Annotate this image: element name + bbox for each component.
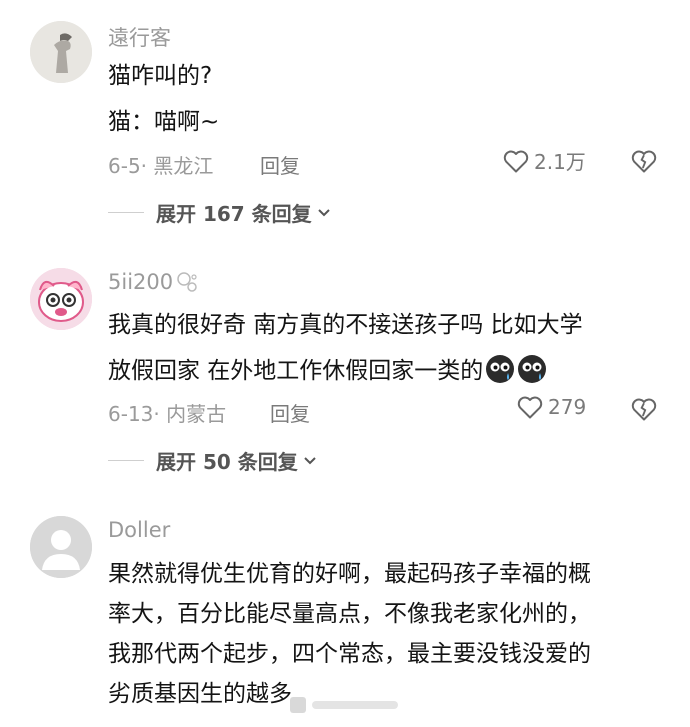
comment-line: 我那代两个起步，四个常态，最主要没钱没爱的 xyxy=(108,641,591,667)
like-count: 2.1万 xyxy=(534,150,586,174)
like-button[interactable]: 2.1万 xyxy=(502,146,586,175)
username[interactable]: Doller xyxy=(108,518,170,542)
comment-line: 放假回家 在外地工作休假回家一类的 xyxy=(108,351,668,391)
dislike-button[interactable] xyxy=(630,148,658,178)
comment-line: 果然就得优生优育的好啊，最起码孩子幸福的概 xyxy=(108,561,591,587)
heart-outline-icon xyxy=(503,150,529,172)
comment-text: 我真的很好奇 南方真的不接送孩子吗 比如大学 放假回家 在外地工作休假回家一类的 xyxy=(108,305,668,391)
divider xyxy=(108,212,144,213)
expand-replies-label: 展开 50 条回复 xyxy=(156,450,298,474)
chevron-down-icon xyxy=(317,208,330,216)
comment-line: 我真的很好奇 南方真的不接送孩子吗 比如大学 xyxy=(108,312,583,338)
broken-heart-icon xyxy=(631,398,657,421)
comment-line: 率大，百分比能尽量高点，不像我老家化州的， xyxy=(108,601,591,627)
crying-face-emoji-icon xyxy=(486,355,515,383)
broken-heart-icon xyxy=(631,150,657,173)
crying-face-emoji-icon xyxy=(518,355,547,383)
avatar[interactable] xyxy=(30,516,92,578)
date-location: 6-5· 黑龙江 xyxy=(108,154,214,178)
heart-outline-icon xyxy=(517,396,543,419)
avatar[interactable] xyxy=(30,268,92,330)
username[interactable]: 5ii200 xyxy=(108,270,199,294)
watermark xyxy=(290,697,398,713)
comment-line: 猫咋叫的? xyxy=(108,63,213,89)
comment-text: 猫咋叫的? 猫：喵啊~ xyxy=(108,56,668,142)
like-count: 279 xyxy=(548,395,587,419)
chevron-down-icon xyxy=(304,456,316,464)
like-button[interactable]: 279 xyxy=(516,394,586,420)
expand-replies-button[interactable]: 展开 50 条回复 xyxy=(108,446,318,475)
username[interactable]: 遠行客 xyxy=(108,22,171,52)
reply-button[interactable]: 回复 xyxy=(260,150,300,179)
divider xyxy=(108,460,144,461)
reply-button[interactable]: 回复 xyxy=(270,398,310,427)
comment-line: 猫：喵啊~ xyxy=(108,109,220,135)
bubbles-icon xyxy=(177,272,197,292)
date-location: 6-13· 内蒙古 xyxy=(108,402,227,426)
expand-replies-button[interactable]: 展开 167 条回复 xyxy=(108,198,332,227)
comment-text: 果然就得优生优育的好啊，最起码孩子幸福的概 率大，百分比能尽量高点，不像我老家化… xyxy=(108,554,668,714)
expand-replies-label: 展开 167 条回复 xyxy=(156,202,312,226)
comment-line-text: 放假回家 在外地工作休假回家一类的 xyxy=(108,358,484,384)
username-text: 5ii200 xyxy=(108,270,174,294)
dislike-button[interactable] xyxy=(630,396,658,426)
avatar[interactable] xyxy=(30,21,92,83)
